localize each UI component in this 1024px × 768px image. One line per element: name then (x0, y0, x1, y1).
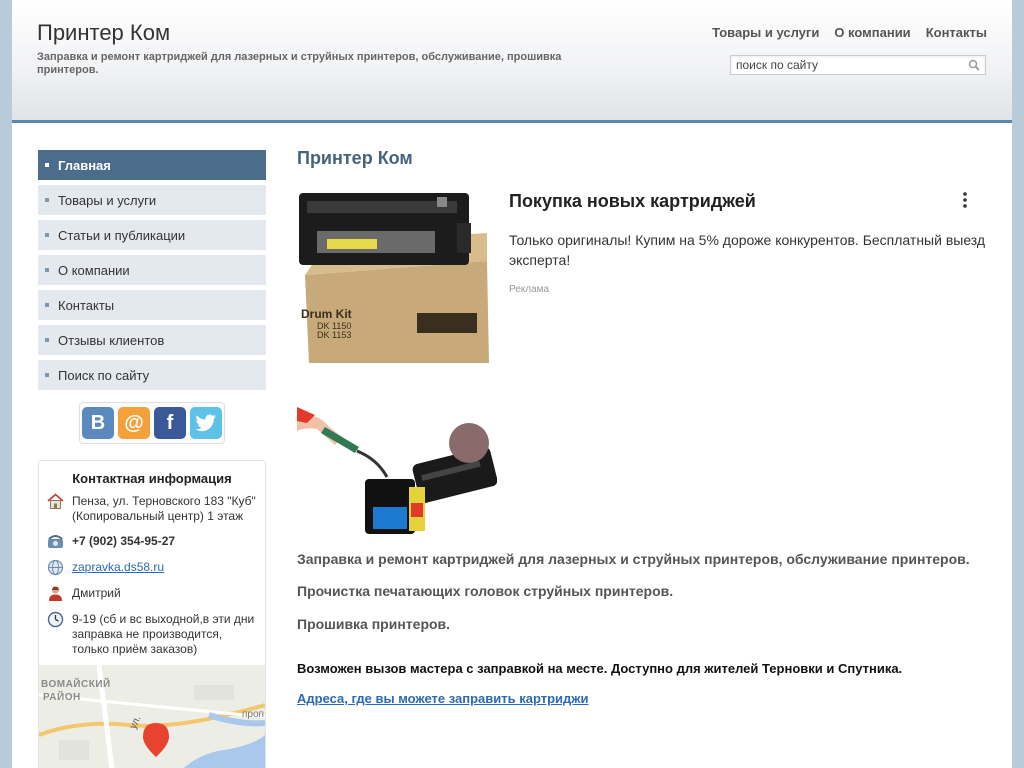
sidebar-item-articles[interactable]: Статьи и публикации (38, 220, 266, 250)
search-box (730, 55, 986, 75)
search-icon[interactable] (968, 59, 980, 71)
paragraph-services: Заправка и ремонт картриджей для лазерны… (297, 551, 970, 567)
mailru-icon[interactable]: @ (118, 407, 150, 439)
contact-info: Контактная информация Пенза, ул. Терновс… (38, 460, 266, 768)
ad-box-text-3: DK 1153 (317, 330, 352, 340)
bullet-icon (45, 198, 49, 202)
printer-image (297, 407, 497, 535)
bullet-icon (45, 163, 49, 167)
contact-hours: 9-19 (сб и вс выходной,в эти дни заправк… (39, 611, 265, 657)
sidebar-item-label: Контакты (58, 297, 115, 313)
ad-block[interactable]: Drum Kit DK 1150 DK 1153 Покупка новых к… (297, 183, 987, 363)
social-links: В @ f (79, 402, 225, 444)
page-title: Принтер Ком (297, 148, 413, 168)
ad-title[interactable]: Покупка новых картриджей (509, 191, 756, 212)
map-label-district-2: РАЙОН (43, 692, 81, 703)
sidebar-item-reviews[interactable]: Отзывы клиентов (38, 325, 266, 355)
bullet-icon (45, 303, 49, 307)
notice-onsite: Возможен вызов мастера с заправкой на ме… (297, 661, 903, 676)
vk-icon[interactable]: В (82, 407, 114, 439)
map-label-district: ВОМАЙСКИЙ (41, 679, 111, 690)
bullet-icon (45, 338, 49, 342)
contact-website: zapravka.ds58.ru (39, 559, 265, 576)
ad-label: Реклама (509, 284, 550, 295)
more-vertical-icon[interactable] (960, 191, 970, 209)
nav-about-company[interactable]: О компании (834, 25, 910, 40)
top-nav: Товары и услуги О компании Контакты (712, 25, 987, 40)
phone-icon (48, 535, 63, 548)
header: Принтер Ком Заправка и ремонт картриджей… (12, 0, 1012, 123)
contact-person: Дмитрий (39, 586, 265, 602)
main-content: Принтер Ком Drum Kit DK 1150 DK 1153 Пок… (297, 145, 987, 706)
contact-address: Пенза, ул. Терновского 183 "Куб" (Копиро… (39, 493, 265, 524)
sidebar-item-contacts[interactable]: Контакты (38, 290, 266, 320)
sidebar-item-label: Статьи и публикации (58, 227, 186, 243)
sidebar-item-about[interactable]: О компании (38, 255, 266, 285)
twitter-icon[interactable] (190, 407, 222, 439)
bullet-icon (45, 373, 49, 377)
search-input[interactable] (731, 56, 964, 74)
contact-info-title: Контактная информация (72, 471, 232, 486)
nav-contacts[interactable]: Контакты (926, 25, 987, 40)
sidebar-item-label: Главная (58, 157, 111, 173)
site-description: Заправка и ремонт картриджей для лазерны… (37, 51, 562, 76)
ad-text: Только оригиналы! Купим на 5% дороже кон… (509, 232, 986, 268)
person-icon (49, 586, 62, 601)
globe-icon (47, 559, 64, 576)
twitter-bird-icon (195, 414, 216, 432)
sidebar-item-label: Отзывы клиентов (58, 332, 165, 348)
bullet-icon (45, 233, 49, 237)
sidebar-item-home[interactable]: Главная (38, 150, 266, 180)
facebook-icon[interactable]: f (154, 407, 186, 439)
clock-icon (47, 611, 64, 628)
contact-phone: +7 (902) 354-95-27 (39, 534, 265, 550)
site-title[interactable]: Принтер Ком (37, 20, 170, 46)
paragraph-firmware: Прошивка принтеров. (297, 616, 451, 632)
content-body: Заправка и ремонт картриджей для лазерны… (297, 550, 987, 708)
map-label-prospect: проп (242, 709, 264, 720)
paragraph-cleaning: Прочистка печатающих головок струйных пр… (297, 583, 674, 599)
addresses-link[interactable]: Адреса, где вы можете заправить картридж… (297, 691, 589, 706)
sidebar-item-search[interactable]: Поиск по сайту (38, 360, 266, 390)
sidebar-item-label: О компании (58, 262, 130, 278)
location-map[interactable]: ВОМАЙСКИЙ РАЙОН ул. проп (39, 665, 265, 768)
sidebar-item-products[interactable]: Товары и услуги (38, 185, 266, 215)
website-link[interactable]: zapravka.ds58.ru (72, 560, 164, 576)
sidebar-item-label: Товары и услуги (58, 192, 157, 208)
home-icon (47, 493, 64, 509)
ad-box-text-1: Drum Kit (301, 307, 352, 321)
bullet-icon (45, 268, 49, 272)
page: Принтер Ком Заправка и ремонт картриджей… (12, 0, 1012, 768)
sidebar-item-label: Поиск по сайту (58, 367, 150, 383)
sidebar: Главная Товары и услуги Статьи и публика… (38, 150, 266, 768)
nav-products-services[interactable]: Товары и услуги (712, 25, 819, 40)
